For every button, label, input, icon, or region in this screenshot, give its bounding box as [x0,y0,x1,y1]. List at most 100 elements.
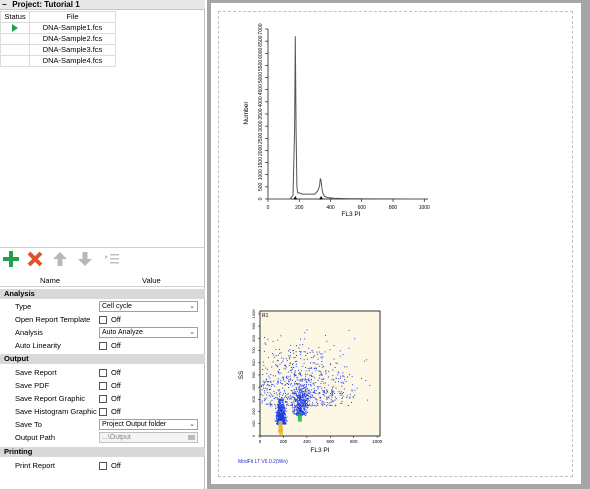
scatter-point [349,374,350,376]
scatter-point [294,371,296,373]
y-tick-label: 500 [251,371,256,378]
status-column-header[interactable]: Status [0,11,30,23]
template-checkbox[interactable] [99,316,107,325]
save-pdf-checkbox[interactable] [99,382,107,391]
scatter-point [299,350,301,352]
scatter-point [341,397,343,399]
scatter-point [289,375,291,377]
scatter-point [269,405,271,407]
scatter-point [274,404,276,405]
scatter-point [266,372,268,374]
scatter-point [320,356,322,358]
prop-row-save-pdf: Save PDF Off [0,379,205,392]
scatter-point [286,398,288,400]
scatter-point [306,404,307,406]
collapse-icon[interactable]: − [2,0,10,10]
move-up-button[interactable] [51,250,69,268]
save-report-checkbox[interactable] [99,369,107,378]
scatter-point [302,397,304,399]
prop-row-type: Type Cell cycle ⌄ [0,300,205,313]
output-path-field[interactable]: ...\Output [99,432,198,443]
scatter-point [298,406,300,408]
file-row[interactable]: DNA-Sample1.fcs [0,22,116,34]
scatter-point [297,369,299,371]
checkbox-label: Off [111,341,121,350]
scatter-point [339,392,341,394]
scatter-point [263,387,265,389]
scatter-point [277,371,279,373]
scatter-point [346,366,348,368]
file-row[interactable]: DNA-Sample2.fcs [0,33,116,45]
scatter-point [364,360,366,362]
type-select[interactable]: Cell cycle ⌄ [99,301,198,312]
file-name[interactable]: DNA-Sample2.fcs [29,33,116,45]
analysis-select[interactable]: Auto Analyze ⌄ [99,327,198,338]
scatter-point [304,390,306,392]
scatter-point [299,411,301,413]
scatter-point [334,381,336,383]
file-row[interactable]: DNA-Sample3.fcs [0,44,116,56]
move-down-button[interactable] [76,250,94,268]
scatter-point [304,395,306,397]
folder-icon[interactable] [188,435,195,440]
section-printing[interactable]: Printing [0,447,205,457]
scatter-point [297,394,299,396]
scatter-point [288,396,290,398]
scatter-point [317,353,319,355]
scatter-point [263,350,265,352]
file-name[interactable]: DNA-Sample1.fcs [29,22,116,34]
save-histogram-checkbox[interactable] [99,408,107,417]
scatter-point [296,397,298,399]
y-tick-label: 5500 [258,60,264,71]
scatter-point [299,410,300,412]
scatter-point [280,380,282,382]
scatter-point [339,355,341,357]
file-column-header[interactable]: File [29,11,116,23]
histogram-ylabel: Number [243,101,250,125]
plus-icon [3,251,19,267]
remove-file-button[interactable] [26,250,44,268]
linearity-checkbox[interactable] [99,342,107,351]
section-output[interactable]: Output [0,354,205,364]
scatter-point [314,377,316,379]
scatter-point [315,390,317,392]
scatter-point [296,406,298,408]
print-report-checkbox[interactable] [99,462,107,471]
scatter-point [293,367,295,368]
file-name[interactable]: DNA-Sample4.fcs [29,55,116,67]
scatter-point [297,399,299,401]
scatter-point [279,348,280,350]
scatter-point [343,382,345,384]
scatter-point [309,374,311,376]
prop-row-save-to: Save To Project Output folder ⌄ [0,418,205,431]
scatter-point [329,395,331,396]
save-report-graphic-checkbox[interactable] [99,395,107,404]
save-to-select[interactable]: Project Output folder ⌄ [99,419,198,430]
section-analysis[interactable]: Analysis [0,289,205,299]
scatter-point [290,378,292,380]
scatter-point [305,370,307,372]
scatter-point [280,404,281,406]
scatter-point [286,366,287,368]
scatter-point [301,391,303,393]
scatter-point [261,386,262,387]
scatter-point [318,351,320,353]
scatter-point [299,354,301,356]
scatter-point [340,391,342,393]
scatter-point [289,398,291,400]
scatter-point [290,367,292,368]
report-preview-area[interactable]: 0 500 1000 1500 2000 2500 3000 3500 4000 4500 5000… [207,0,590,489]
file-name[interactable]: DNA-Sample3.fcs [29,44,116,56]
scatter-point [276,416,278,418]
x-tick-label: 200 [295,205,304,211]
y-tick-label: 300 [251,395,256,402]
add-file-button[interactable] [2,250,20,268]
prop-label: Analysis [15,328,43,337]
scatter-point [312,392,314,394]
project-header[interactable]: − Project: Tutorial 1 [0,0,205,10]
scatter-point [265,367,267,369]
x-tick-label: 600 [327,439,335,444]
scatter-point [265,381,267,383]
file-row[interactable]: DNA-Sample4.fcs [0,55,116,67]
list-button[interactable] [103,250,121,268]
